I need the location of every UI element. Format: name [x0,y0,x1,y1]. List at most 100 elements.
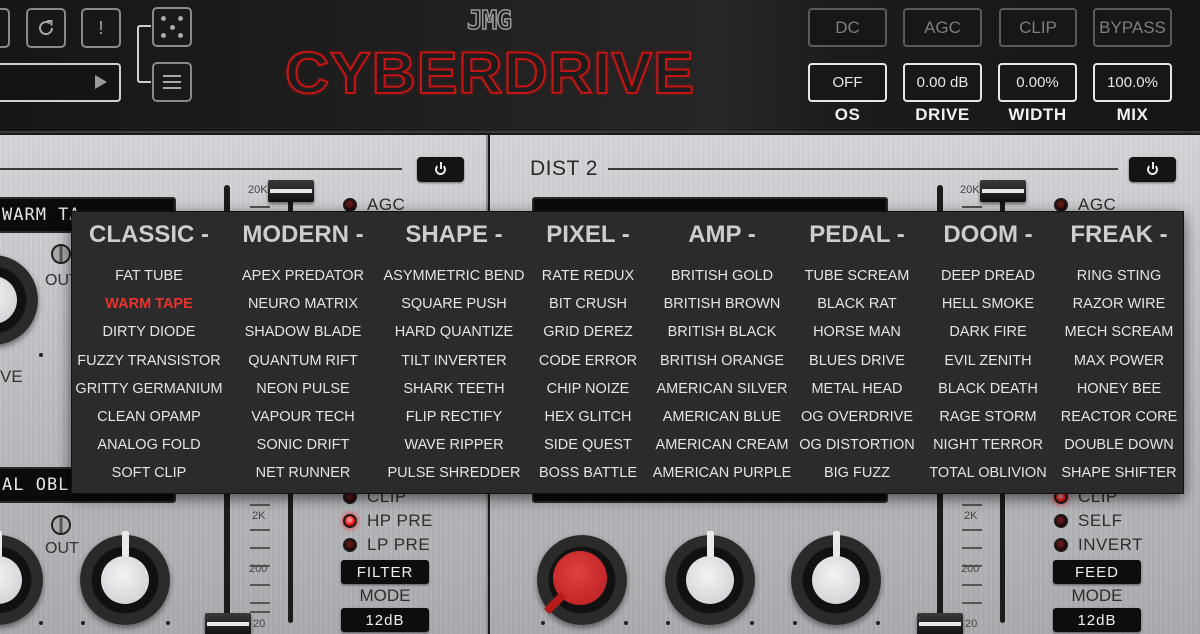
scale-20: 20 [965,618,978,630]
mix-value[interactable]: 100.0% [1093,63,1172,102]
dist1-drive-knob[interactable] [0,255,38,345]
dc-toggle[interactable]: DC [808,8,887,47]
agc-led[interactable] [343,198,357,212]
dist2-drive-knob[interactable] [537,535,627,625]
menu-item[interactable]: NEURO MATRIX [223,290,383,318]
width-value[interactable]: 0.00% [998,63,1077,102]
drive-value[interactable]: 0.00 dB [903,63,982,102]
power-icon [435,162,446,175]
menu-item[interactable]: FUZZY TRANSISTOR [69,347,229,375]
knob-dot [750,621,754,625]
knob-dot [39,621,43,625]
dist2-hp-fader-handle[interactable] [917,613,963,634]
menu-item[interactable]: REACTOR CORE [1039,403,1199,431]
tick [250,206,270,208]
menu-item[interactable]: DOUBLE DOWN [1039,431,1199,459]
menu-item-list: RING STING RAZOR WIRE MECH SCREAM MAX POWER… [1039,258,1199,488]
info-button[interactable]: ! [81,8,121,48]
tick [962,547,982,549]
menu-item[interactable]: CLEAN OPAMP [69,403,229,431]
menu-item[interactable]: SOFT CLIP [69,459,229,487]
scale-20k: 20K [248,184,268,196]
menu-item[interactable]: NET RUNNER [223,459,383,487]
tick [250,504,270,506]
menu-item[interactable]: GRITTY GERMANIUM [69,375,229,403]
invert-led[interactable] [1054,538,1068,552]
menu-item[interactable]: MECH SCREAM [1039,318,1199,346]
menu-item-list: FAT TUBE WARM TAPE DIRTY DIODE FUZZY TRANSI… [69,258,229,488]
dist1-power-button[interactable] [417,157,464,182]
tick [250,584,270,586]
out-toggle-top[interactable] [51,244,71,264]
menu-item[interactable]: QUANTUM RIFT [223,347,383,375]
tick [250,547,270,549]
dist1-out-knob[interactable] [80,531,170,625]
width-label: WIDTH [1008,105,1067,124]
menu-item[interactable]: MAX POWER [1039,347,1199,375]
agc-toggle[interactable]: AGC [903,8,982,47]
preset-menu-button[interactable] [152,62,192,102]
hp-pre-led[interactable] [343,514,357,528]
link-bracket [137,25,151,83]
menu-category-header: MODERN - [242,221,364,248]
dist2-knob-3[interactable] [791,531,881,625]
dist2-lp-fader-handle[interactable] [980,180,1026,202]
menu-item[interactable]: SONIC DRIFT [223,431,383,459]
scale-2k: 2K [964,510,978,522]
agc-led[interactable] [1054,198,1068,212]
knob-dot [793,621,797,625]
lp-pre-label: LP PRE [367,535,431,554]
menu-item[interactable]: APEX PREDATOR [223,262,383,290]
self-led-label: SELF [1078,511,1123,530]
menu-column-modern: MODERN - APEX PREDATOR NEURO MATRIX SHADOW … [223,212,383,488]
dist1-lp-fader-handle[interactable] [268,180,314,202]
tick [962,602,982,604]
menu-item[interactable]: NEON PULSE [223,375,383,403]
menu-item[interactable]: DIRTY DIODE [69,318,229,346]
knob-dot [666,621,670,625]
reload-button[interactable] [26,8,66,48]
product-title: CYBERDRIVE [284,40,695,107]
lp-pre-led[interactable] [343,538,357,552]
menu-category-header: FREAK - [1070,221,1168,248]
menu-column-freak: FREAK - RING STING RAZOR WIRE MECH SCREAM MA… [1039,212,1199,488]
menu-item[interactable]: WARM TAPE [69,290,229,318]
out-toggle-bottom[interactable] [51,515,71,535]
randomize-button[interactable] [152,7,192,47]
preset-name-field[interactable] [0,63,121,102]
play-arrow-icon[interactable] [95,75,107,89]
dist2-mode-select[interactable]: 12dB [1053,608,1141,632]
os-value[interactable]: OFF [808,63,887,102]
divider-line [0,168,402,170]
menu-item[interactable]: RING STING [1039,262,1199,290]
power-icon [1147,162,1158,175]
dist2-knob-2[interactable] [665,531,755,625]
tick [250,529,270,531]
tick [962,206,982,208]
menu-item[interactable]: FAT TUBE [69,262,229,290]
dist2-power-button[interactable] [1129,157,1176,182]
mode-label: MODE [1071,586,1123,605]
clip-toggle[interactable]: CLIP [999,8,1077,47]
filter-button[interactable]: FILTER [341,560,429,584]
dist1-knob-left[interactable] [0,531,43,625]
self-led[interactable] [1054,514,1068,528]
knob-dot [876,621,880,625]
partial-button[interactable] [0,8,10,48]
feed-button[interactable]: FEED [1053,560,1141,584]
menu-item[interactable]: SHAPE SHIFTER [1039,459,1199,487]
mix-label: MIX [1116,105,1149,124]
knob-dot [541,621,545,625]
menu-item[interactable]: ANALOG FOLD [69,431,229,459]
dist1-mode-select[interactable]: 12dB [341,608,429,632]
bypass-toggle[interactable]: BYPASS [1093,8,1172,47]
menu-item[interactable]: RAZOR WIRE [1039,290,1199,318]
dice-icon [160,15,184,39]
menu-item[interactable]: SHADOW BLADE [223,318,383,346]
brand-logo: JMG [466,5,512,37]
menu-item[interactable]: HONEY BEE [1039,375,1199,403]
menu-item[interactable]: VAPOUR TECH [223,403,383,431]
dist1-hp-fader-handle[interactable] [205,613,251,634]
hamburger-menu-icon [163,71,181,93]
scale-2k: 2K [252,510,266,522]
